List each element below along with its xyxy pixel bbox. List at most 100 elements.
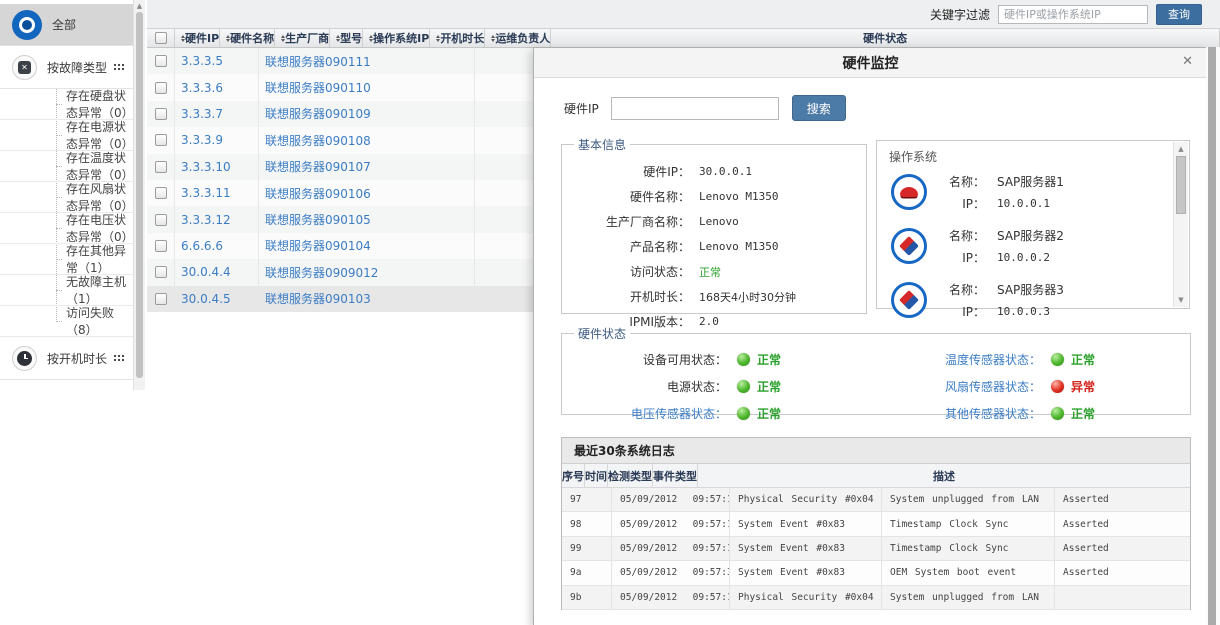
row-checkbox[interactable] (155, 266, 167, 278)
fault-item-label: 存在风扇状态异常（0） (66, 180, 133, 214)
sidebar-scrollbar[interactable]: ▲ (133, 0, 145, 390)
modal-header: 硬件监控 ✕ (534, 48, 1207, 78)
all-hosts-icon (12, 10, 42, 40)
scroll-up-icon[interactable]: ▲ (1174, 145, 1188, 153)
sidebar-fault-item[interactable]: 存在电压状态异常（0） (0, 213, 133, 244)
column-header-label: 硬件IP (185, 30, 219, 46)
select-all-checkbox[interactable] (155, 32, 167, 44)
table-column-header[interactable]: 硬件IP (175, 29, 220, 47)
sidebar-fault-item[interactable]: 访问失败（8） (0, 306, 133, 337)
query-button[interactable]: 查询 (1156, 4, 1202, 25)
table-column-header[interactable]: 开机时长 (430, 29, 485, 47)
os-entry: 名称： SAP服务器3 IP： 10.0.0.3 (877, 273, 1173, 327)
hardware-name-link[interactable]: 联想服务器090106 (265, 185, 371, 202)
row-checkbox[interactable] (155, 187, 167, 199)
row-checkbox[interactable] (155, 82, 167, 94)
log-panel-title: 最近30条系统日志 (562, 438, 1190, 464)
row-checkbox[interactable] (155, 240, 167, 252)
field-value: Lenovo M1350 (699, 240, 778, 253)
row-checkbox-cell (147, 233, 175, 259)
keyword-filter-input[interactable] (998, 5, 1148, 24)
hardware-name-link[interactable]: 联想服务器090103 (265, 290, 371, 307)
hardware-ip-link[interactable]: 3.3.3.11 (181, 186, 231, 200)
hardware-ip-link[interactable]: 3.3.3.5 (181, 54, 223, 68)
hardware-name-link[interactable]: 联想服务器090107 (265, 158, 371, 175)
sidebar-fault-item[interactable]: 存在硬盘状态异常（0） (0, 89, 133, 120)
hardware-ip-link[interactable]: 6.6.6.6 (181, 239, 223, 253)
status-value: 正常 (1071, 405, 1095, 422)
column-header-label: 硬件名称 (230, 30, 274, 46)
hardware-name-link[interactable]: 联想服务器090108 (265, 132, 371, 149)
table-column-header[interactable]: 生产厂商 (275, 29, 330, 47)
row-checkbox[interactable] (155, 134, 167, 146)
log-event-cell: Timestamp Clock Sync (882, 537, 1055, 560)
os-scroll-thumb[interactable] (1176, 156, 1186, 214)
column-header-label: 硬件状态 (551, 30, 1219, 46)
os-name-value: SAP服务器2 (997, 227, 1064, 244)
page-scroll-thumb[interactable] (1208, 47, 1216, 625)
scroll-down-icon[interactable]: ▼ (1174, 296, 1188, 304)
group-menu-icon[interactable] (113, 63, 125, 71)
field-value: Lenovo (699, 215, 739, 228)
search-button[interactable]: 搜索 (792, 95, 846, 121)
hardware-name-link[interactable]: 联想服务器090111 (265, 53, 371, 70)
field-label: 产品名称： (562, 238, 690, 255)
hardware-name-link[interactable]: 联想服务器0909012 (265, 264, 378, 281)
sidebar-scroll-thumb[interactable] (136, 12, 143, 378)
hardware-name-cell: 联想服务器090103 (259, 286, 475, 312)
log-event-cell: OEM System boot event (882, 561, 1055, 584)
scroll-up-icon[interactable]: ▲ (134, 2, 145, 10)
status-label[interactable]: 温度传感器状态： (876, 351, 1041, 368)
close-icon[interactable]: ✕ (1182, 55, 1193, 68)
page-scrollbar[interactable] (1206, 47, 1220, 625)
sidebar-fault-item[interactable]: 无故障主机（1） (0, 275, 133, 306)
sidebar-fault-item[interactable]: 存在电源状态异常（0） (0, 120, 133, 151)
ip-search-input[interactable] (611, 97, 779, 120)
sidebar-fault-item[interactable]: 存在温度状态异常（0） (0, 151, 133, 182)
hardware-ip-link[interactable]: 3.3.3.12 (181, 213, 231, 227)
row-checkbox[interactable] (155, 161, 167, 173)
os-name-value: SAP服务器1 (997, 173, 1064, 190)
row-checkbox[interactable] (155, 108, 167, 120)
basic-info-row: 生产厂商名称： Lenovo (562, 209, 866, 234)
hardware-name-link[interactable]: 联想服务器090110 (265, 79, 371, 96)
table-column-header[interactable]: 运维负责人 (485, 29, 551, 47)
sidebar-group-uptime[interactable]: 按开机时长 (0, 337, 133, 380)
os-ip-value: 10.0.0.3 (997, 305, 1050, 318)
filter-toolbar: 关键字过滤 查询 (147, 0, 1220, 28)
status-label[interactable]: 设备可用状态： (562, 351, 727, 368)
hardware-name-link[interactable]: 联想服务器090104 (265, 237, 371, 254)
sidebar-group-fault-type[interactable]: ✕ 按故障类型 (0, 46, 133, 89)
sidebar-item-all[interactable]: 全部 (0, 4, 133, 46)
os-panel-scrollbar[interactable]: ▲ ▼ (1173, 142, 1188, 307)
status-label[interactable]: 风扇传感器状态： (876, 378, 1041, 395)
hardware-ip-link[interactable]: 3.3.3.9 (181, 133, 223, 147)
hardware-name-link[interactable]: 联想服务器090109 (265, 105, 371, 122)
status-label[interactable]: 电压传感器状态： (562, 405, 727, 422)
log-desc-cell: Asserted (1055, 537, 1190, 560)
status-label[interactable]: 其他传感器状态： (876, 405, 1041, 422)
row-checkbox[interactable] (155, 55, 167, 67)
table-column-header[interactable]: 硬件状态 (551, 29, 1220, 47)
status-label[interactable]: 电源状态： (562, 378, 727, 395)
basic-info-legend: 基本信息 (574, 136, 630, 153)
row-checkbox[interactable] (155, 214, 167, 226)
group-menu-icon[interactable] (113, 354, 125, 362)
hardware-ip-link[interactable]: 3.3.3.10 (181, 160, 231, 174)
hardware-name-link[interactable]: 联想服务器090105 (265, 211, 371, 228)
os-ip-label: IP： (945, 195, 985, 212)
fault-item-label: 存在温度状态异常（0） (66, 149, 133, 183)
fault-item-label: 存在硬盘状态异常（0） (66, 87, 133, 121)
table-column-header[interactable]: 操作系统IP (363, 29, 430, 47)
hardware-ip-link[interactable]: 3.3.3.7 (181, 107, 223, 121)
field-value: Lenovo M1350 (699, 190, 778, 203)
sidebar-fault-item[interactable]: 存在风扇状态异常（0） (0, 182, 133, 213)
row-checkbox[interactable] (155, 293, 167, 305)
basic-info-row: 硬件IP： 30.0.0.1 (562, 159, 866, 184)
hardware-ip-link[interactable]: 3.3.3.6 (181, 81, 223, 95)
table-column-header[interactable]: 硬件名称 (220, 29, 275, 47)
table-column-header[interactable]: 型号 (330, 29, 363, 47)
hardware-ip-link[interactable]: 30.0.4.5 (181, 292, 231, 306)
sidebar-fault-item[interactable]: 存在其他异常（1） (0, 244, 133, 275)
hardware-ip-link[interactable]: 30.0.4.4 (181, 265, 231, 279)
